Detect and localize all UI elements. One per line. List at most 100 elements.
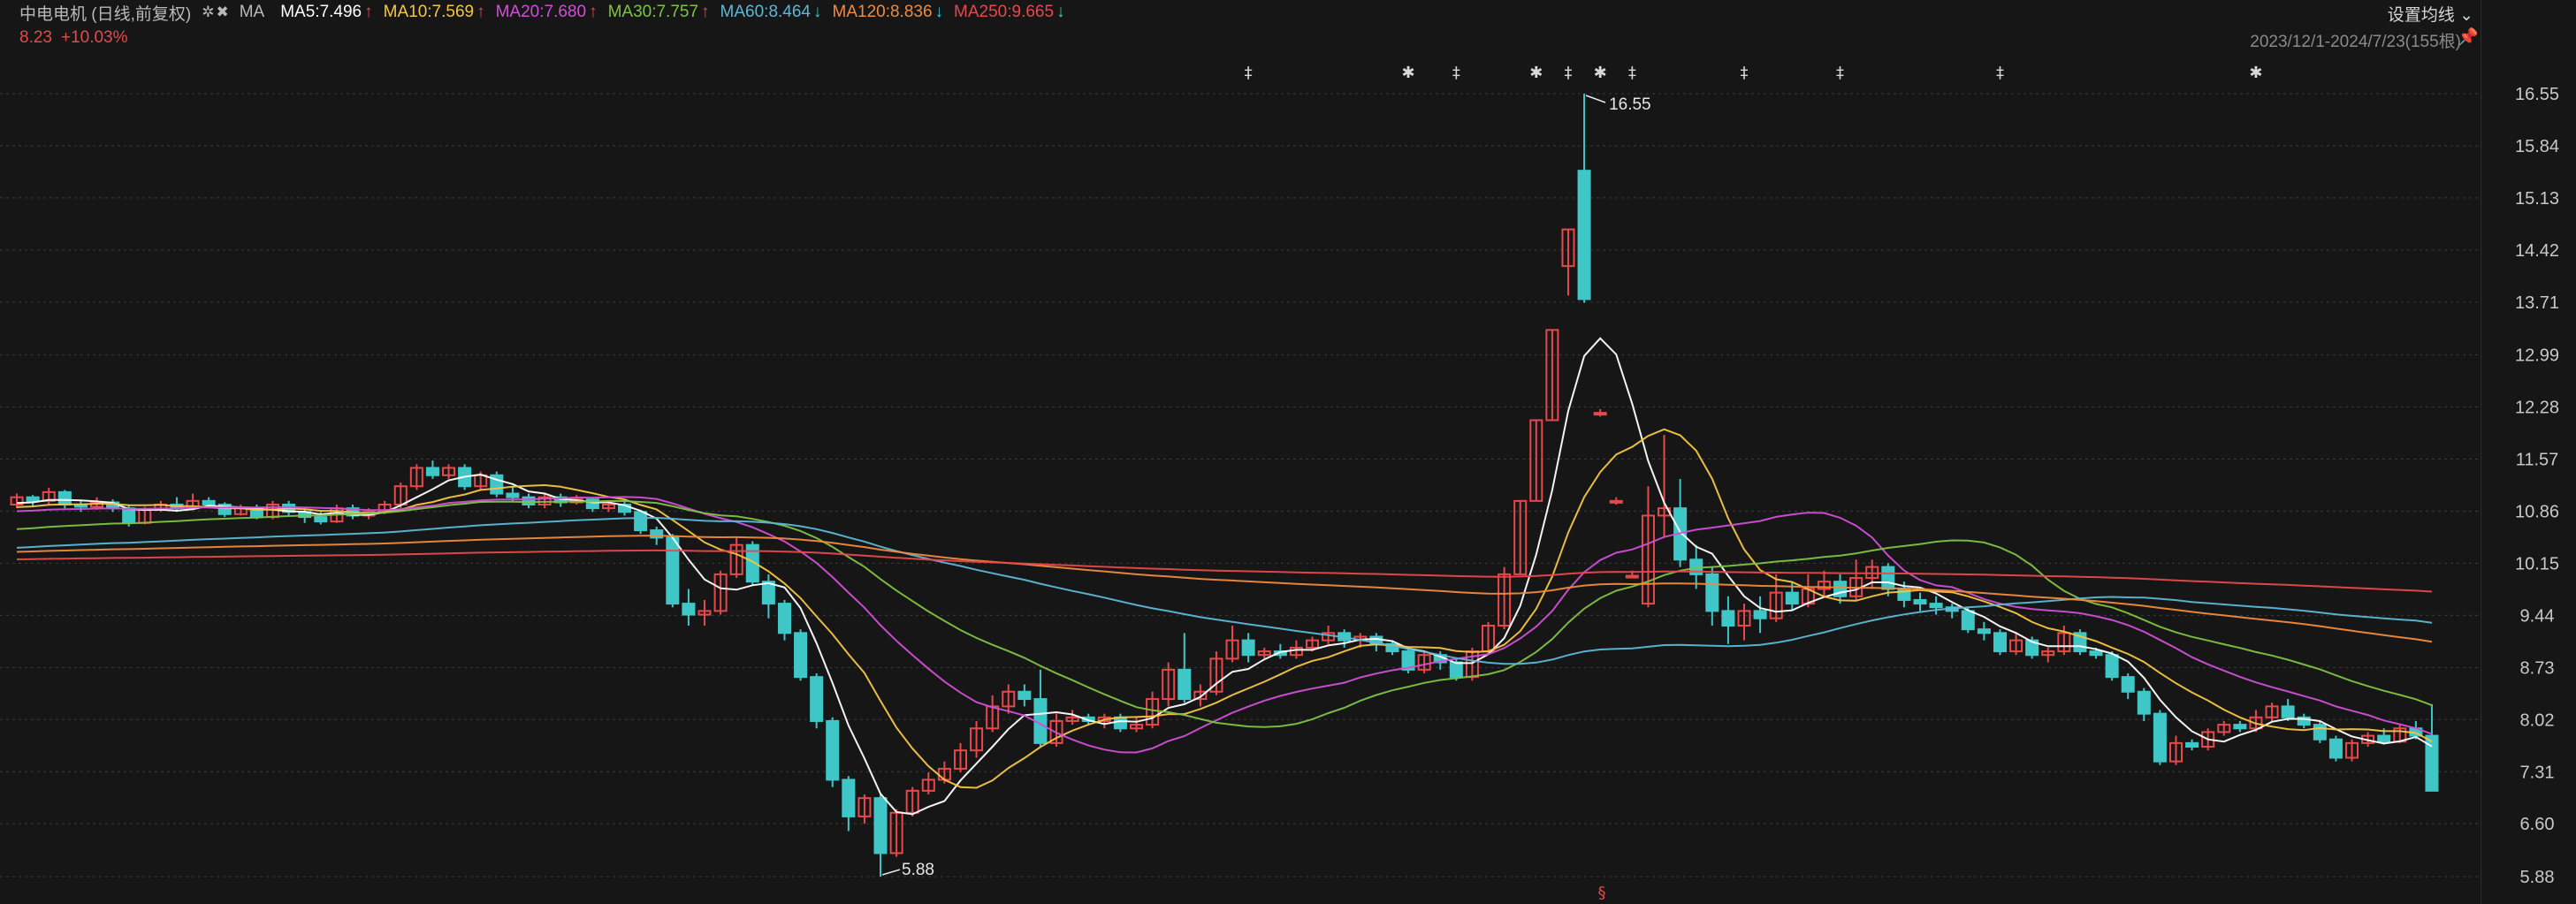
- price-change: +10.03%: [60, 28, 128, 47]
- y-tick-label: 7.31: [2520, 763, 2555, 782]
- candle-body: [1785, 591, 1799, 605]
- y-tick-label: 15.84: [2515, 137, 2559, 156]
- candle-body: [1721, 610, 1735, 627]
- date-range-label: 2023/12/1-2024/7/23(155根): [2250, 33, 2461, 51]
- y-tick-label: 8.02: [2520, 710, 2555, 730]
- y-tick-label: 9.44: [2520, 606, 2555, 626]
- candle-body: [425, 467, 439, 476]
- ma-arrow-icon: ↑: [364, 3, 373, 21]
- y-tick-label: 16.55: [2515, 85, 2559, 104]
- candle-body: [2185, 741, 2199, 748]
- candle-body: [2281, 705, 2295, 718]
- candle-body: [522, 496, 536, 506]
- event-marker-icon: ✱: [1529, 64, 1543, 82]
- event-marker-icon: ‡: [1452, 64, 1460, 82]
- y-tick-label: 6.60: [2520, 815, 2555, 834]
- stock-title: 中电电机 (日线,前复权): [19, 4, 192, 24]
- ma-settings-button[interactable]: 设置均线 ⌄: [2388, 2, 2473, 26]
- candle-body: [634, 511, 648, 532]
- candle-body: [666, 536, 680, 605]
- event-marker-icon: ✱: [2249, 64, 2262, 82]
- indicator-header: 中电电机 (日线,前复权) ✲✖ MA MA5:7.496 ↑ MA10:7.569…: [19, 2, 1076, 24]
- candle-body: [1881, 566, 1895, 590]
- candle-body: [1929, 603, 1943, 609]
- event-marker-icon: ‡: [1740, 64, 1748, 82]
- ma-line-ma20: [16, 496, 2433, 754]
- high-annotation: 16.55: [1609, 95, 1651, 114]
- candle-body: [2105, 654, 2119, 679]
- candle-body: [1961, 610, 1975, 631]
- candle-body: [506, 492, 520, 498]
- ma-line-ma30: [16, 499, 2433, 728]
- ma-line-ma120: [16, 535, 2433, 643]
- candle-body: [2121, 676, 2135, 693]
- candle-body: [1017, 690, 1032, 701]
- y-tick-label: 10.15: [2515, 554, 2559, 574]
- y-tick-label: 13.71: [2515, 293, 2559, 313]
- candle-body: [2233, 724, 2247, 730]
- ma-values: MA5:7.496 ↑ MA10:7.569 ↑ MA20:7.680 ↑ MA30:7.7…: [280, 3, 1075, 22]
- candle-body: [1577, 170, 1591, 300]
- ma-item-0: MA5:7.496 ↑: [280, 3, 373, 21]
- settings-close-icons[interactable]: ✲✖: [202, 4, 231, 21]
- candle-body: [1625, 574, 1639, 579]
- candle-body: [810, 676, 824, 722]
- y-tick-label: 5.88: [2520, 868, 2555, 887]
- candle-body: [1753, 610, 1767, 619]
- ma-arrow-icon: ↑: [701, 3, 710, 21]
- event-marker-icon: ‡: [1245, 64, 1253, 82]
- candlestick-chart[interactable]: 16.55 15.84 15.13 14.42 13.71 12.99 12.28 11.57…: [0, 0, 2576, 904]
- event-marker-icon: ‡: [1836, 64, 1844, 82]
- candle-body: [314, 516, 328, 523]
- ma-item-4: MA60:8.464 ↓: [720, 3, 822, 21]
- event-marker-icon: ✱: [1594, 64, 1607, 82]
- candle-body: [1705, 573, 1719, 612]
- y-tick-label: 12.99: [2515, 346, 2559, 366]
- candle-body: [794, 632, 808, 679]
- ma-item-6: MA250:9.665 ↓: [954, 3, 1065, 21]
- y-tick-label: 12.28: [2515, 399, 2559, 418]
- candle-body: [2328, 738, 2343, 759]
- event-marker-icon: ‡: [1996, 64, 2004, 82]
- low-annotation: 5.88: [902, 861, 934, 879]
- ma-arrow-icon: ↑: [476, 3, 485, 21]
- candle-body: [1449, 661, 1463, 679]
- candle-body: [777, 603, 791, 634]
- y-tick-label: 11.57: [2516, 451, 2559, 470]
- candle-body: [1241, 639, 1255, 657]
- candle-body: [2089, 650, 2103, 657]
- ma-arrow-icon: ↓: [813, 3, 822, 21]
- ma-item-2: MA20:7.680 ↑: [495, 3, 598, 21]
- event-marker-icon: ✱: [1402, 64, 1415, 82]
- candle-body: [57, 490, 72, 506]
- candle-body: [842, 779, 856, 817]
- ma-item-5: MA120:8.836 ↓: [832, 3, 944, 21]
- candle-body: [2137, 690, 2151, 715]
- ma-label: MA: [239, 3, 265, 21]
- candle-body: [2377, 734, 2391, 743]
- ma-line-ma10: [16, 428, 2433, 789]
- ma-arrow-icon: ↓: [934, 3, 944, 21]
- candle-body: [1113, 716, 1127, 730]
- candle-body: [1177, 668, 1192, 701]
- last-price: 8.23: [19, 28, 52, 47]
- candle-body: [1977, 628, 1991, 634]
- ma-arrow-icon: ↓: [1056, 3, 1065, 21]
- y-tick-label: 15.13: [2515, 189, 2559, 209]
- candle-body: [26, 496, 40, 502]
- candle-body: [2313, 724, 2327, 741]
- event-marker-icon: ‡: [1628, 64, 1636, 82]
- candle-body: [826, 719, 840, 781]
- candle-body: [2153, 712, 2167, 763]
- candle-body: [202, 499, 216, 506]
- candle-body: [873, 797, 888, 855]
- high-pointer: [1585, 95, 1606, 103]
- pin-icon[interactable]: 📌: [2458, 27, 2479, 48]
- candle-body: [1913, 598, 1927, 605]
- candle-body: [122, 507, 136, 524]
- price-quote: 8.23 +10.03%: [19, 28, 137, 48]
- candle-body: [682, 603, 696, 616]
- candle-body: [1593, 412, 1607, 416]
- low-pointer: [881, 869, 901, 876]
- candle-body: [1993, 632, 2007, 653]
